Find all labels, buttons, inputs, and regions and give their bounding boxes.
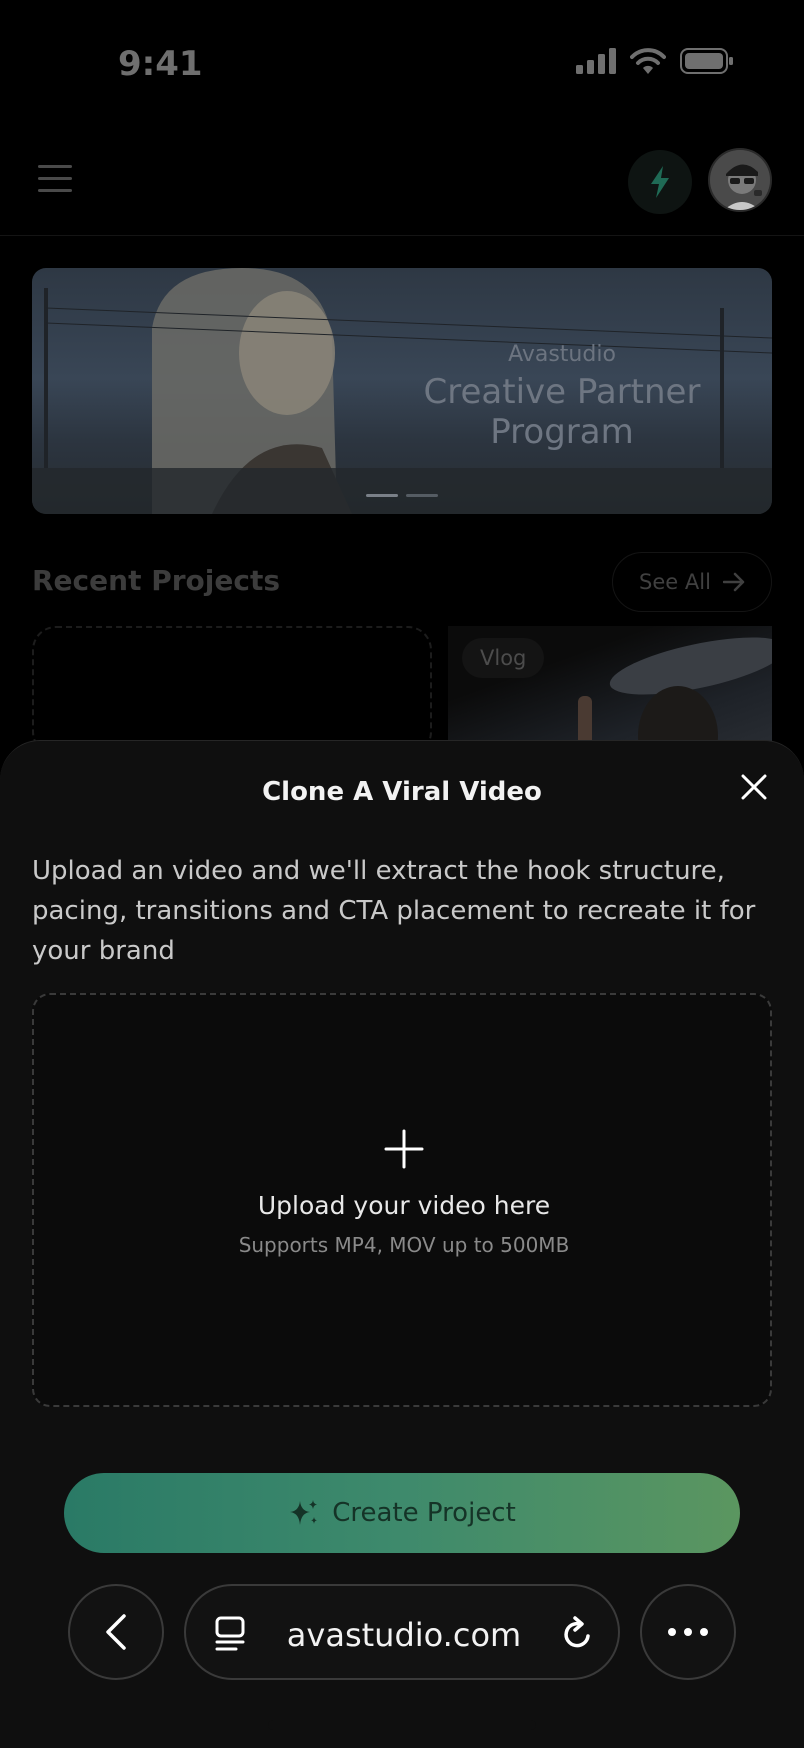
new-project-card[interactable] (32, 626, 432, 756)
home-indicator (268, 1720, 536, 1730)
banner-title: Creative Partner Program (352, 372, 772, 452)
close-icon (741, 774, 767, 800)
wifi-icon (630, 48, 666, 74)
arrow-right-icon (722, 572, 745, 592)
project-card[interactable]: Vlog (448, 626, 772, 756)
create-project-label: Create Project (332, 1498, 516, 1528)
battery-icon (680, 48, 733, 74)
menu-button[interactable] (38, 165, 72, 195)
hamburger-icon (38, 165, 72, 192)
banner-dot[interactable] (406, 494, 438, 497)
sheet-description: Upload an video and we'll extract the ho… (32, 856, 756, 966)
upload-title: Upload your video here (257, 1191, 551, 1220)
promo-banner[interactable]: Avastudio Creative Partner Program (32, 268, 772, 514)
avatar[interactable] (708, 148, 772, 212)
status-icons (576, 48, 734, 74)
see-all-button[interactable]: See All (612, 552, 772, 612)
browser-toolbar: avastudio.com (0, 1578, 804, 1680)
banner-dot-active[interactable] (366, 494, 398, 497)
status-bar: 9:41 (0, 0, 804, 130)
project-category-chip: Vlog (462, 638, 545, 678)
banner-title-line2: Program (490, 412, 634, 452)
recent-projects-title: Recent Projects (32, 564, 281, 597)
upload-subtitle: Supports MP4, MOV up to 500MB (238, 1233, 570, 1257)
banner-pagination (366, 494, 438, 497)
sparkle-icon (290, 1500, 318, 1525)
more-dot-icon (700, 1628, 708, 1636)
more-dot-icon (684, 1628, 692, 1636)
project-thumbnail-image (578, 637, 772, 756)
chevron-left-icon (106, 1614, 126, 1650)
see-all-label: See All (639, 570, 711, 594)
plus-icon (384, 1129, 424, 1169)
banner-title-line1: Creative Partner (423, 372, 701, 412)
top-nav (0, 130, 804, 236)
video-upload-dropzone[interactable]: Upload your video here Supports MP4, MOV… (32, 993, 772, 1407)
credits-button[interactable] (628, 150, 692, 214)
close-button[interactable] (734, 767, 774, 807)
create-project-button[interactable]: Create Project (64, 1473, 740, 1553)
avatar-image (710, 150, 770, 210)
reload-icon[interactable] (560, 1614, 596, 1652)
address-bar[interactable]: avastudio.com (184, 1584, 620, 1680)
status-time: 9:41 (118, 44, 203, 84)
url-text: avastudio.com (286, 1616, 522, 1654)
sheet-title: Clone A Viral Video (262, 777, 542, 807)
bolt-icon (651, 166, 669, 198)
cellular-signal-icon (576, 48, 616, 74)
back-button[interactable] (68, 1584, 164, 1680)
banner-brand: Avastudio (508, 342, 616, 367)
more-dot-icon (668, 1628, 676, 1636)
more-button[interactable] (640, 1584, 736, 1680)
